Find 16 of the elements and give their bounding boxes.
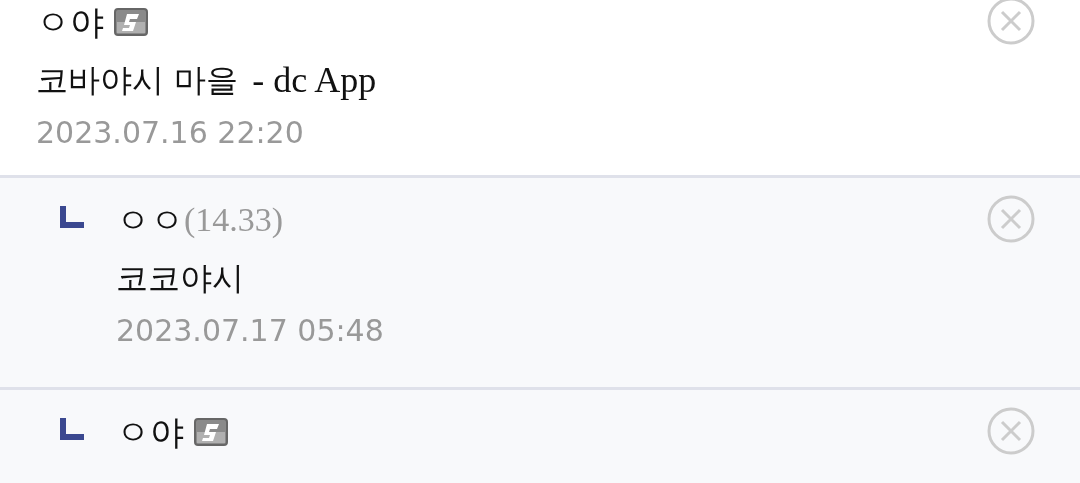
badge-icon xyxy=(194,418,228,446)
author-name: ㅇ야 xyxy=(116,411,184,454)
author-name: ㅇ야 xyxy=(36,1,104,44)
reply-arrow-icon xyxy=(60,418,84,440)
delete-button[interactable] xyxy=(986,406,1036,456)
comment-date: 2023.07.17 05:48 xyxy=(116,312,385,350)
badge-icon xyxy=(114,8,148,36)
comment-text: 코코야시 xyxy=(116,258,244,299)
delete-button[interactable] xyxy=(986,194,1036,244)
comment-text: 코바야시 마을 xyxy=(36,60,239,101)
ip-address: (14.33) xyxy=(184,200,284,240)
signature-text: - dc App xyxy=(252,59,377,102)
reply-arrow-icon xyxy=(60,206,84,228)
author-name: ㅇㅇ xyxy=(116,199,184,242)
comment-date: 2023.07.16 22:20 xyxy=(36,114,305,152)
delete-button[interactable] xyxy=(986,0,1036,46)
